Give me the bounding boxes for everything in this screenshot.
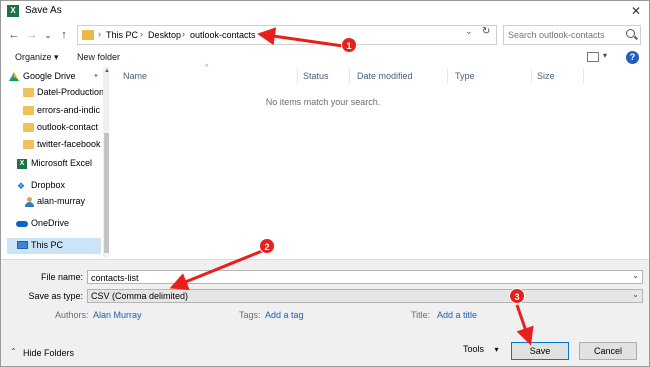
annotation-overlay <box>169 27 534 346</box>
annotation-badge-2: 2 <box>259 238 275 254</box>
annotation-badge-1: 1 <box>341 37 357 53</box>
annotation-arrow-2 <box>169 249 263 290</box>
annotation-arrow-1 <box>257 27 344 48</box>
annotation-badge-3: 3 <box>509 288 525 304</box>
annotation-arrow-3 <box>515 304 534 346</box>
